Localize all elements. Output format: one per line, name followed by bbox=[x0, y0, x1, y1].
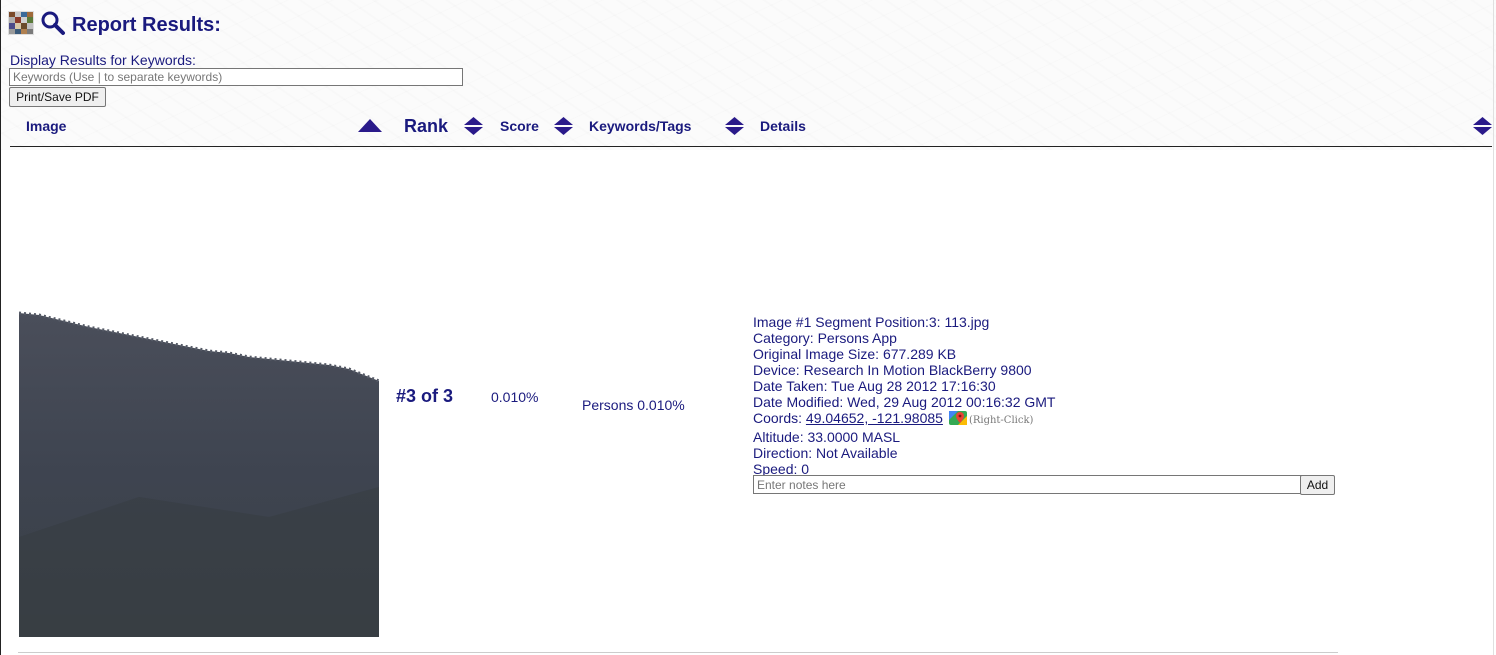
result-image-thumbnail[interactable] bbox=[19, 277, 379, 637]
window-left-border bbox=[0, 0, 1, 655]
window-right-border bbox=[1493, 0, 1494, 655]
notes-input[interactable] bbox=[753, 475, 1302, 494]
right-click-note: (Right-Click) bbox=[968, 415, 1034, 426]
detail-date-taken: Date Taken: Tue Aug 28 2012 17:16:30 bbox=[753, 378, 996, 394]
magnifier-icon bbox=[41, 11, 65, 35]
table-header-divider bbox=[10, 146, 1492, 147]
detail-image-line: Image #1 Segment Position:3: 113.jpg bbox=[753, 314, 990, 330]
column-header-image: Image bbox=[26, 118, 67, 134]
add-note-button[interactable]: Add bbox=[1300, 475, 1335, 495]
page-header: Report Results: bbox=[8, 6, 221, 40]
detail-original-size: Original Image Size: 677.289 KB bbox=[753, 346, 957, 362]
column-header-keywords[interactable]: Keywords/Tags bbox=[589, 118, 691, 134]
result-score: 0.010% bbox=[491, 389, 539, 405]
page-title: Report Results: bbox=[72, 13, 221, 36]
column-header-rank[interactable]: Rank bbox=[404, 116, 448, 137]
photo-mosaic-icon bbox=[8, 11, 34, 35]
detail-altitude: Altitude: 33.0000 MASL bbox=[753, 429, 901, 445]
keyword-filter-input[interactable] bbox=[9, 68, 463, 86]
result-details: Image #1 Segment Position:3: 113.jpg Cat… bbox=[753, 314, 1055, 477]
google-maps-icon[interactable] bbox=[948, 411, 967, 425]
detail-coords-row: Coords: 49.04652, -121.98085 (Right-Clic… bbox=[753, 410, 1055, 429]
sort-both-diamond-icon[interactable] bbox=[725, 117, 744, 135]
result-keywords: Persons 0.010% bbox=[582, 397, 685, 413]
column-header-details[interactable]: Details bbox=[760, 118, 806, 134]
coords-link[interactable]: 49.04652, -121.98085 bbox=[806, 410, 943, 426]
sort-both-diamond-icon[interactable] bbox=[1473, 117, 1492, 135]
result-rank: #3 of 3 bbox=[396, 386, 454, 406]
detail-device: Device: Research In Motion BlackBerry 98… bbox=[753, 362, 1032, 378]
keyword-filter-label: Display Results for Keywords: bbox=[10, 52, 196, 68]
sort-both-diamond-icon[interactable] bbox=[554, 117, 573, 135]
detail-category: Category: Persons App bbox=[753, 330, 897, 346]
row-bottom-divider bbox=[18, 652, 1338, 653]
detail-direction: Direction: Not Available bbox=[753, 445, 898, 461]
column-header-score[interactable]: Score bbox=[500, 118, 539, 134]
sort-ascending-triangle-icon[interactable] bbox=[357, 118, 383, 133]
detail-coords-label: Coords: bbox=[753, 410, 806, 426]
print-save-pdf-button[interactable]: Print/Save PDF bbox=[9, 87, 106, 107]
sort-both-diamond-icon[interactable] bbox=[464, 117, 483, 135]
detail-date-modified: Date Modified: Wed, 29 Aug 2012 00:16:32… bbox=[753, 394, 1056, 410]
